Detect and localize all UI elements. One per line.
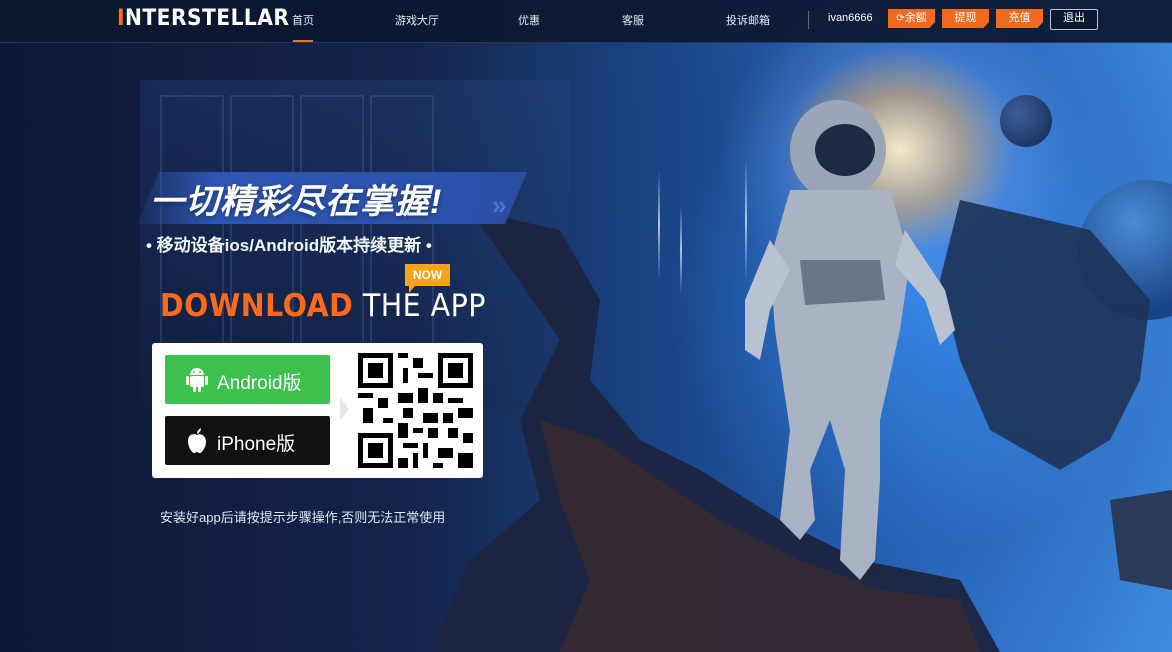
top-navbar: INTERSTELLAR 首页 游戏大厅 优惠 客服 投诉邮箱 ivan6666… — [0, 0, 1172, 43]
install-note: 安装好app后请按提示步骤操作,否则无法正常使用 — [160, 510, 446, 525]
android-download-button[interactable]: Android版 — [165, 355, 330, 404]
nav-promotions[interactable]: 优惠 — [518, 12, 540, 28]
iphone-download-button[interactable]: iPhone版 — [165, 416, 330, 465]
withdraw-button[interactable]: 提现 — [942, 9, 989, 28]
android-label: Android版 — [217, 373, 302, 394]
logout-button[interactable]: 退出 — [1050, 9, 1098, 30]
slogan-text: 一切精彩尽在掌握! — [150, 183, 443, 221]
username: ivan6666 — [828, 12, 873, 24]
nav-divider — [808, 11, 809, 29]
subtitle-text: • 移动设备ios/Android版本持续更新 • — [146, 236, 432, 255]
nav-home[interactable]: 首页 — [292, 12, 314, 28]
download-title: DOWNLOAD THE APP — [160, 288, 486, 324]
balance-label: 余额 — [904, 12, 927, 24]
android-icon — [186, 368, 208, 392]
download-card: Android版 iPhone版 — [152, 343, 483, 478]
refresh-icon: ⟳ — [896, 13, 905, 24]
nav-complaint-email[interactable]: 投诉邮箱 — [726, 12, 770, 28]
qr-code — [358, 353, 473, 468]
rock-formations — [430, 100, 1172, 652]
balance-button[interactable]: ⟳余额 — [888, 9, 935, 28]
download-highlight: DOWNLOAD — [160, 288, 354, 324]
now-badge: NOW — [405, 264, 450, 293]
apple-icon — [188, 428, 206, 453]
iphone-label: iPhone版 — [217, 434, 296, 455]
nav-game-lobby[interactable]: 游戏大厅 — [395, 12, 439, 28]
nav-customer-service[interactable]: 客服 — [622, 12, 644, 28]
hero-background — [0, 0, 1172, 652]
logo-letter: I — [117, 6, 125, 31]
pointer-arrow-icon — [340, 397, 349, 421]
nav-active-indicator — [293, 40, 313, 42]
deposit-button[interactable]: 充值 — [996, 9, 1043, 28]
site-logo[interactable]: INTERSTELLAR — [117, 6, 289, 31]
download-rest: THE APP — [353, 288, 486, 324]
logo-text: NTERSTELLAR — [124, 6, 290, 31]
chevron-right-icon: » — [492, 190, 507, 220]
